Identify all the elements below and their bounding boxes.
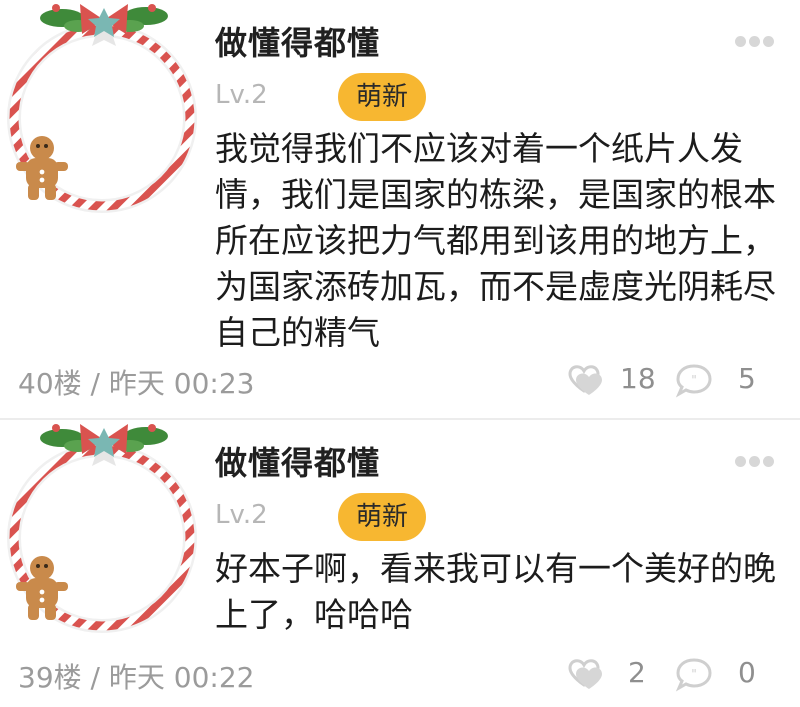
avatar[interactable] (0, 0, 200, 220)
more-dots-icon[interactable] (735, 36, 774, 47)
avatar[interactable] (0, 420, 200, 640)
like-count: 2 (628, 656, 646, 689)
user-level: Lv.2 (215, 80, 268, 110)
user-badge: 萌新 (338, 73, 427, 121)
comment-count: 5 (738, 362, 756, 395)
comment-count: 0 (738, 656, 756, 689)
floor-time: 39楼 / 昨天 00:22 (18, 661, 255, 694)
post-content: 我觉得我们不应该对着一个纸片人发情，我们是国家的栋梁，是国家的根本所在应该把力气… (215, 129, 776, 352)
user-badge: 萌新 (338, 493, 427, 541)
username[interactable]: 做懂得都懂 (215, 18, 380, 64)
username[interactable]: 做懂得都懂 (215, 438, 380, 484)
post-card: 做懂得都懂 Lv.2 萌新 好本子啊，看来我可以有一个美好的晚上了，哈哈哈 39… (0, 420, 800, 707)
post-content: 好本子啊，看来我可以有一个美好的晚上了，哈哈哈 (215, 549, 776, 634)
floor-time: 40楼 / 昨天 00:23 (18, 367, 255, 400)
svg-text:": " (691, 373, 697, 387)
like-count: 18 (620, 362, 656, 395)
comment-bubble-icon[interactable]: " (674, 656, 714, 692)
post-card: 做懂得都懂 Lv.2 萌新 我觉得我们不应该对着一个纸片人发情，我们是国家的栋梁… (0, 0, 800, 420)
comment-bubble-icon[interactable]: " (674, 362, 714, 398)
heart-like-icon[interactable] (560, 360, 608, 398)
heart-like-icon[interactable] (560, 654, 608, 692)
user-level: Lv.2 (215, 500, 268, 530)
svg-text:": " (691, 667, 697, 681)
more-dots-icon[interactable] (735, 456, 774, 467)
